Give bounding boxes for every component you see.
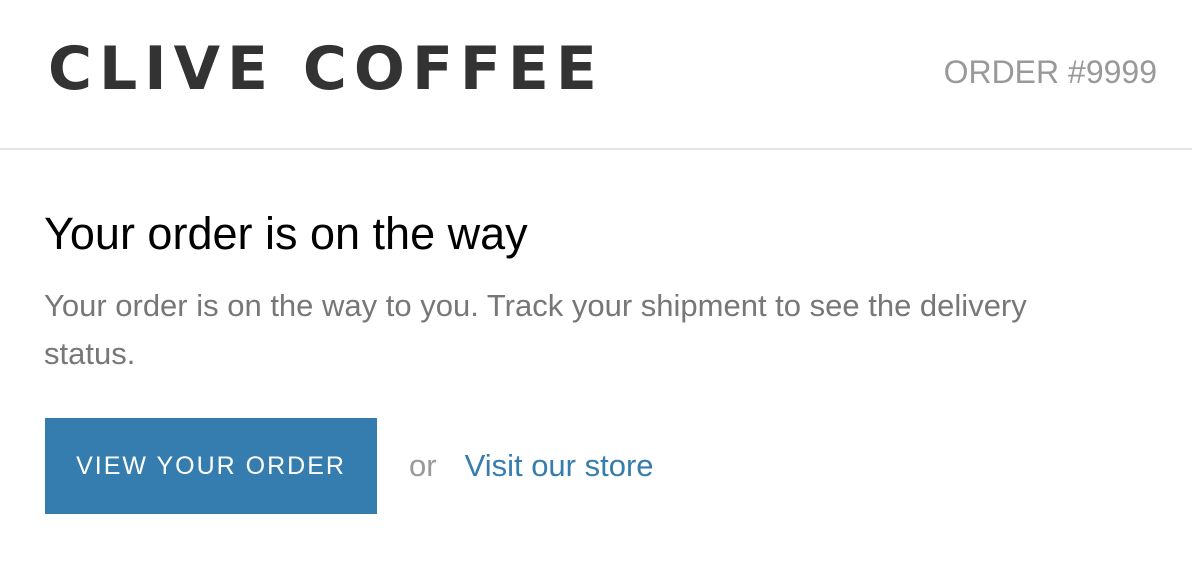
or-separator: or [409,448,437,483]
actions-row: VIEW YOUR ORDER or Visit our store [45,418,654,514]
status-message: Your order is on the way to you. Track y… [44,288,1027,371]
store-logo: CLIVE COFFEE [48,34,604,104]
view-order-button[interactable]: VIEW YOUR ORDER [45,418,377,514]
visit-store-link[interactable]: Visit our store [465,448,654,484]
email-header: CLIVE COFFEE ORDER #9999 [0,0,1192,150]
page-title: Your order is on the way [44,208,528,259]
order-number: ORDER #9999 [943,54,1157,90]
